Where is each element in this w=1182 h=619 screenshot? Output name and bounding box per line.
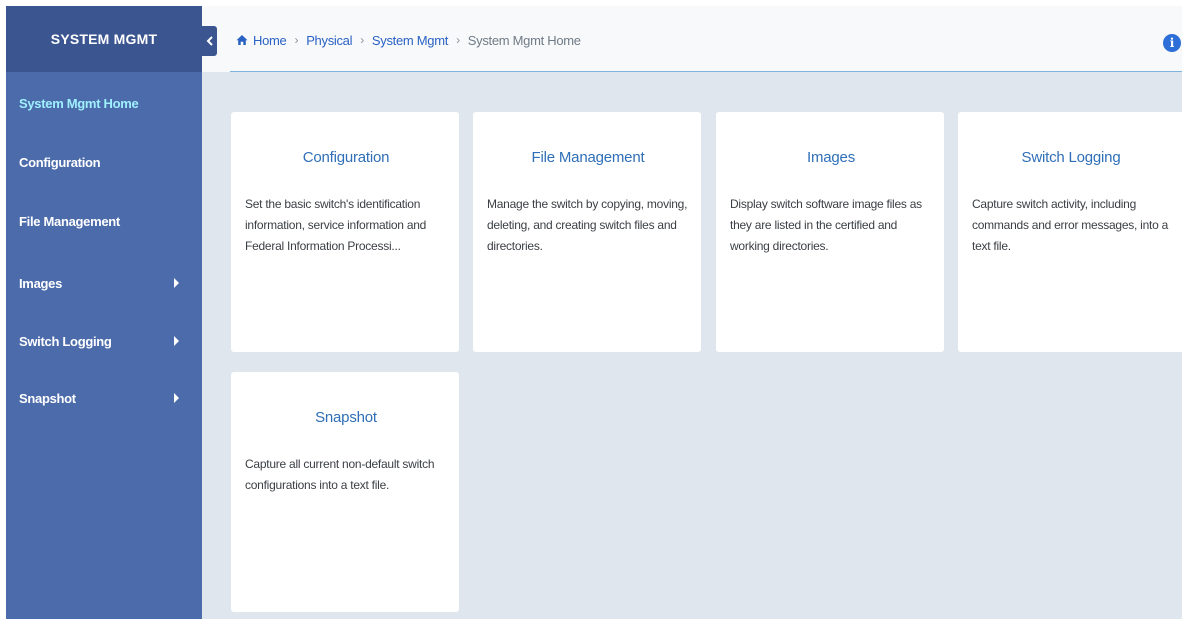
- caret-right-icon: [174, 393, 179, 403]
- app-window: SYSTEM MGMT System Mgmt Home Configurati…: [0, 0, 1182, 619]
- card-description: Capture switch activity, including comma…: [972, 197, 1169, 253]
- breadcrumb-physical[interactable]: Physical: [306, 33, 352, 48]
- sidebar-collapse-button[interactable]: [202, 26, 217, 56]
- card-title[interactable]: Switch Logging: [972, 149, 1170, 166]
- card-description: Set the basic switch's identification in…: [245, 197, 427, 253]
- sidebar-item-images[interactable]: Images: [6, 268, 202, 298]
- info-icon[interactable]: i: [1163, 34, 1181, 52]
- card-switch-logging[interactable]: Switch Logging Capture switch activity, …: [958, 112, 1182, 352]
- chevron-right-icon: ›: [456, 33, 460, 47]
- chevron-right-icon: ›: [294, 33, 299, 47]
- breadcrumb-system-mgmt[interactable]: System Mgmt: [372, 33, 448, 48]
- home-icon[interactable]: [236, 34, 248, 46]
- caret-right-icon: [174, 278, 179, 288]
- sidebar-item-snapshot[interactable]: Snapshot: [6, 383, 202, 413]
- card-description: Display switch software image files as t…: [730, 197, 922, 253]
- top-bar: Home › Physical › System Mgmt › System M…: [202, 6, 1182, 72]
- card-description: Capture all current non-default switch c…: [245, 457, 435, 492]
- card-title[interactable]: Configuration: [245, 149, 447, 166]
- card-snapshot[interactable]: Snapshot Capture all current non-default…: [231, 372, 459, 612]
- card-title[interactable]: Snapshot: [245, 409, 447, 426]
- card-title[interactable]: Images: [730, 149, 932, 166]
- sidebar-item-label: Switch Logging: [19, 333, 112, 349]
- sidebar-item-system-mgmt-home[interactable]: System Mgmt Home: [6, 88, 202, 118]
- chevron-left-icon: [206, 36, 213, 46]
- card-description: Manage the switch by copying, moving, de…: [487, 197, 688, 253]
- topbar-divider: [230, 71, 1182, 72]
- sidebar-item-switch-logging[interactable]: Switch Logging: [6, 326, 202, 356]
- card-configuration[interactable]: Configuration Set the basic switch's ide…: [231, 112, 459, 352]
- breadcrumb-current: System Mgmt Home: [467, 32, 581, 48]
- sidebar: SYSTEM MGMT System Mgmt Home Configurati…: [6, 6, 202, 619]
- card-title[interactable]: File Management: [487, 149, 689, 166]
- sidebar-item-file-management[interactable]: File Management: [6, 206, 202, 236]
- breadcrumb-home[interactable]: Home: [253, 33, 287, 48]
- sidebar-item-label: Snapshot: [19, 390, 76, 406]
- main-content: Home › Physical › System Mgmt › System M…: [202, 6, 1182, 619]
- sidebar-item-label: Images: [19, 275, 63, 291]
- chevron-right-icon: ›: [360, 33, 364, 47]
- sidebar-item-label: File Management: [19, 213, 120, 229]
- card-file-management[interactable]: File Management Manage the switch by cop…: [473, 112, 701, 352]
- card-images[interactable]: Images Display switch software image fil…: [716, 112, 944, 352]
- caret-right-icon: [174, 336, 179, 346]
- breadcrumb: Home › Physical › System Mgmt › System M…: [236, 31, 581, 49]
- sidebar-item-configuration[interactable]: Configuration: [6, 147, 202, 177]
- sidebar-item-label: Configuration: [19, 154, 101, 170]
- sidebar-title: SYSTEM MGMT: [6, 6, 202, 72]
- sidebar-item-label: System Mgmt Home: [19, 95, 139, 111]
